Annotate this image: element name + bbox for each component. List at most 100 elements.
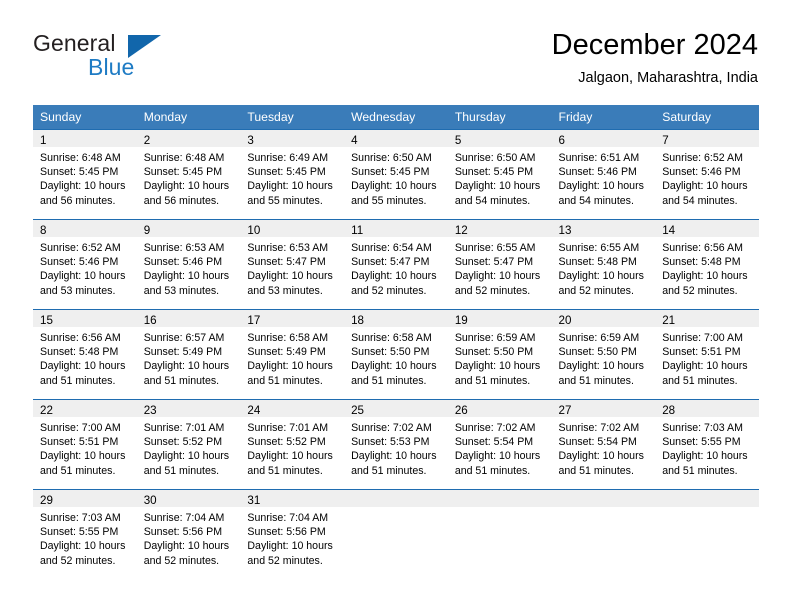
day-cell[interactable]: 8 Sunrise: 6:52 AM Sunset: 5:46 PM Dayli… <box>33 219 137 310</box>
day-cell[interactable]: 13 Sunrise: 6:55 AM Sunset: 5:48 PM Dayl… <box>551 219 656 310</box>
day-details: Sunrise: 6:52 AM Sunset: 5:46 PM Dayligh… <box>655 147 759 208</box>
sunrise-text: Sunrise: 6:56 AM <box>662 242 743 254</box>
day-cell[interactable]: 24 Sunrise: 7:01 AM Sunset: 5:52 PM Dayl… <box>240 399 345 490</box>
calendar-week-row: 22 Sunrise: 7:00 AM Sunset: 5:51 PM Dayl… <box>33 399 759 490</box>
day-number-band: 7 <box>655 130 759 147</box>
day-number-band: 6 <box>551 130 656 147</box>
day-cell[interactable]: 18 Sunrise: 6:58 AM Sunset: 5:50 PM Dayl… <box>344 309 448 400</box>
day-number-band: 21 <box>655 310 759 327</box>
sunrise-text: Sunrise: 6:50 AM <box>351 152 432 164</box>
daylight-text: Daylight: 10 hours and 51 minutes. <box>454 360 541 387</box>
day-cell-empty <box>344 489 448 580</box>
day-number: 10 <box>247 224 261 237</box>
sunset-text: Sunset: 5:46 PM <box>558 166 637 179</box>
day-number: 22 <box>40 404 53 417</box>
day-number-band: 11 <box>344 220 448 237</box>
sunset-text: Sunset: 5:45 PM <box>143 166 223 179</box>
day-cell[interactable]: 5 Sunrise: 6:50 AM Sunset: 5:45 PM Dayli… <box>447 129 552 220</box>
day-cell[interactable]: 31 Sunrise: 7:04 AM Sunset: 5:56 PM Dayl… <box>240 489 345 580</box>
sunset-text: Sunset: 5:46 PM <box>662 166 741 179</box>
daylight-text: Daylight: 10 hours and 52 minutes. <box>40 540 126 567</box>
day-number-band: 22 <box>33 400 137 417</box>
day-cell[interactable]: 21 Sunrise: 7:00 AM Sunset: 5:51 PM Dayl… <box>655 309 759 400</box>
sunset-text: Sunset: 5:46 PM <box>40 256 119 269</box>
daylight-text: Daylight: 10 hours and 51 minutes. <box>247 360 333 387</box>
day-cell[interactable]: 29 Sunrise: 7:03 AM Sunset: 5:55 PM Dayl… <box>33 489 137 580</box>
sunset-text: Sunset: 5:45 PM <box>40 166 119 179</box>
day-cell[interactable]: 26 Sunrise: 7:02 AM Sunset: 5:54 PM Dayl… <box>447 399 552 490</box>
day-number-band: 14 <box>655 220 759 237</box>
day-cell[interactable]: 28 Sunrise: 7:03 AM Sunset: 5:55 PM Dayl… <box>655 399 759 490</box>
day-number-band: 9 <box>136 220 241 237</box>
day-details: Sunrise: 6:50 AM Sunset: 5:45 PM Dayligh… <box>344 147 448 208</box>
day-number: 20 <box>558 314 572 327</box>
title-block: December 2024 Jalgaon, Maharashtra, Indi… <box>552 28 758 88</box>
day-cell[interactable]: 17 Sunrise: 6:58 AM Sunset: 5:49 PM Dayl… <box>240 309 345 400</box>
day-number-band: 10 <box>240 220 345 237</box>
day-details: Sunrise: 6:59 AM Sunset: 5:50 PM Dayligh… <box>448 327 552 388</box>
day-details: Sunrise: 6:56 AM Sunset: 5:48 PM Dayligh… <box>33 327 137 388</box>
page-title: December 2024 <box>551 29 758 61</box>
day-number: 31 <box>247 494 261 507</box>
day-cell[interactable]: 15 Sunrise: 6:56 AM Sunset: 5:48 PM Dayl… <box>33 309 137 400</box>
day-cell[interactable]: 23 Sunrise: 7:01 AM Sunset: 5:52 PM Dayl… <box>136 399 241 490</box>
day-cell[interactable]: 3 Sunrise: 6:49 AM Sunset: 5:45 PM Dayli… <box>240 129 345 220</box>
day-details <box>344 507 448 511</box>
day-cell[interactable]: 27 Sunrise: 7:02 AM Sunset: 5:54 PM Dayl… <box>551 399 656 490</box>
day-cell[interactable]: 4 Sunrise: 6:50 AM Sunset: 5:45 PM Dayli… <box>344 129 448 220</box>
day-number: 3 <box>247 134 254 147</box>
day-cell[interactable]: 6 Sunrise: 6:51 AM Sunset: 5:46 PM Dayli… <box>551 129 656 220</box>
sunset-text: Sunset: 5:50 PM <box>454 346 534 359</box>
day-cell[interactable]: 12 Sunrise: 6:55 AM Sunset: 5:47 PM Dayl… <box>447 219 552 310</box>
sunrise-text: Sunrise: 6:48 AM <box>143 152 225 164</box>
daylight-text: Daylight: 10 hours and 56 minutes. <box>143 180 230 207</box>
day-number: 8 <box>40 224 47 237</box>
day-cell[interactable]: 22 Sunrise: 7:00 AM Sunset: 5:51 PM Dayl… <box>33 399 137 490</box>
day-cell[interactable]: 1 Sunrise: 6:48 AM Sunset: 5:45 PM Dayli… <box>33 129 137 220</box>
weekday-header-monday: Monday <box>136 105 241 130</box>
daylight-text: Daylight: 10 hours and 51 minutes. <box>40 450 126 477</box>
logo-text-blue: Blue <box>88 54 135 80</box>
day-number: 29 <box>40 494 53 507</box>
day-number: 25 <box>351 404 365 417</box>
day-number-band: 15 <box>33 310 137 327</box>
day-cell[interactable]: 9 Sunrise: 6:53 AM Sunset: 5:46 PM Dayli… <box>136 219 241 310</box>
sunrise-text: Sunrise: 7:02 AM <box>454 422 536 434</box>
day-cell[interactable]: 10 Sunrise: 6:53 AM Sunset: 5:47 PM Dayl… <box>240 219 345 310</box>
day-cell[interactable]: 7 Sunrise: 6:52 AM Sunset: 5:46 PM Dayli… <box>655 129 759 220</box>
daylight-text: Daylight: 10 hours and 52 minutes. <box>247 540 333 567</box>
day-cell[interactable]: 14 Sunrise: 6:56 AM Sunset: 5:48 PM Dayl… <box>655 219 759 310</box>
sunrise-text: Sunrise: 7:03 AM <box>40 512 121 524</box>
day-cell[interactable]: 19 Sunrise: 6:59 AM Sunset: 5:50 PM Dayl… <box>447 309 552 400</box>
sunrise-text: Sunrise: 6:58 AM <box>351 332 432 344</box>
sunset-text: Sunset: 5:50 PM <box>558 346 637 359</box>
sunrise-text: Sunrise: 6:57 AM <box>143 332 225 344</box>
day-number-band: 27 <box>551 400 656 417</box>
day-number-band: 3 <box>240 130 345 147</box>
day-number-band: 2 <box>136 130 241 147</box>
day-cell[interactable]: 11 Sunrise: 6:54 AM Sunset: 5:47 PM Dayl… <box>344 219 448 310</box>
day-cell[interactable]: 30 Sunrise: 7:04 AM Sunset: 5:56 PM Dayl… <box>136 489 241 580</box>
sunset-text: Sunset: 5:45 PM <box>247 166 326 179</box>
sunrise-text: Sunrise: 6:52 AM <box>662 152 743 164</box>
day-number: 2 <box>143 134 151 147</box>
day-number: 30 <box>143 494 157 507</box>
sunrise-text: Sunrise: 6:59 AM <box>454 332 536 344</box>
day-details: Sunrise: 6:55 AM Sunset: 5:47 PM Dayligh… <box>448 237 552 298</box>
day-cell-empty <box>551 489 656 580</box>
sunrise-text: Sunrise: 6:53 AM <box>247 242 329 254</box>
day-number-band: 18 <box>344 310 448 327</box>
day-cell[interactable]: 2 Sunrise: 6:48 AM Sunset: 5:45 PM Dayli… <box>136 129 241 220</box>
daylight-text: Daylight: 10 hours and 51 minutes. <box>351 360 437 387</box>
sunset-text: Sunset: 5:52 PM <box>143 436 223 449</box>
calendar-container: Sunday Monday Tuesday Wednesday Thursday… <box>33 105 759 580</box>
day-cell[interactable]: 16 Sunrise: 6:57 AM Sunset: 5:49 PM Dayl… <box>136 309 241 400</box>
day-cell[interactable]: 25 Sunrise: 7:02 AM Sunset: 5:53 PM Dayl… <box>344 399 448 490</box>
daylight-text: Daylight: 10 hours and 51 minutes. <box>558 450 644 477</box>
day-number-band: 16 <box>136 310 241 327</box>
sunrise-text: Sunrise: 7:03 AM <box>662 422 743 434</box>
daylight-text: Daylight: 10 hours and 51 minutes. <box>351 450 437 477</box>
daylight-text: Daylight: 10 hours and 55 minutes. <box>351 180 437 207</box>
calendar-week-row: 8 Sunrise: 6:52 AM Sunset: 5:46 PM Dayli… <box>33 219 759 310</box>
day-cell[interactable]: 20 Sunrise: 6:59 AM Sunset: 5:50 PM Dayl… <box>551 309 656 400</box>
